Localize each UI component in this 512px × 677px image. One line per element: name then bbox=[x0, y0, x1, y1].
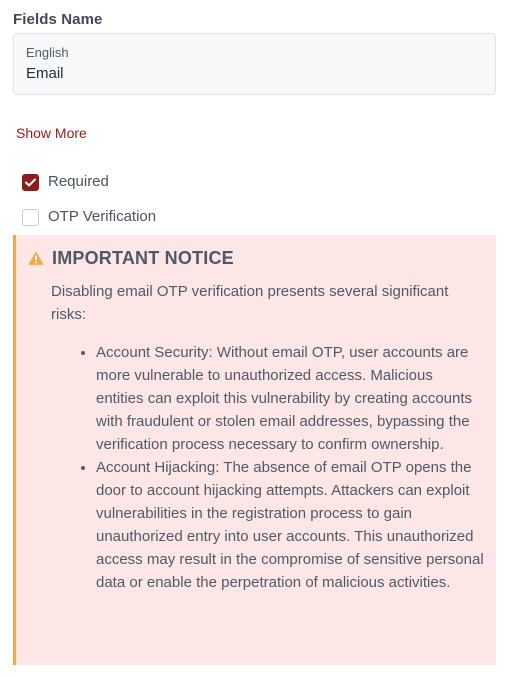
field-language-label: English bbox=[26, 45, 69, 60]
required-checkbox[interactable] bbox=[22, 173, 39, 191]
important-notice: IMPORTANT NOTICE Disabling email OTP ver… bbox=[13, 235, 496, 665]
fields-name-heading: Fields Name bbox=[13, 11, 103, 28]
otp-verification-option[interactable]: OTP Verification bbox=[22, 208, 156, 226]
show-more-link[interactable]: Show More bbox=[16, 124, 87, 142]
checkmark-icon bbox=[25, 178, 36, 186]
field-settings-panel: Fields Name English Email Show More Requ… bbox=[0, 0, 512, 677]
notice-title: IMPORTANT NOTICE bbox=[52, 247, 234, 268]
otp-verification-label: OTP Verification bbox=[48, 208, 157, 225]
field-name-value[interactable]: Email bbox=[26, 64, 483, 84]
required-option[interactable]: Required bbox=[22, 173, 109, 191]
required-label: Required bbox=[48, 173, 109, 190]
notice-intro: Disabling email OTP verification present… bbox=[51, 283, 449, 323]
notice-risk-list: Account Security: Without email OTP, use… bbox=[76, 341, 484, 594]
field-name-input[interactable]: English Email bbox=[13, 33, 496, 95]
otp-verification-checkbox[interactable] bbox=[22, 208, 39, 226]
list-item: Account Security: Without email OTP, use… bbox=[96, 341, 484, 456]
list-item: Account Hijacking: The absence of email … bbox=[96, 456, 484, 594]
notice-header: IMPORTANT NOTICE bbox=[28, 246, 484, 270]
warning-triangle-icon bbox=[28, 251, 44, 265]
